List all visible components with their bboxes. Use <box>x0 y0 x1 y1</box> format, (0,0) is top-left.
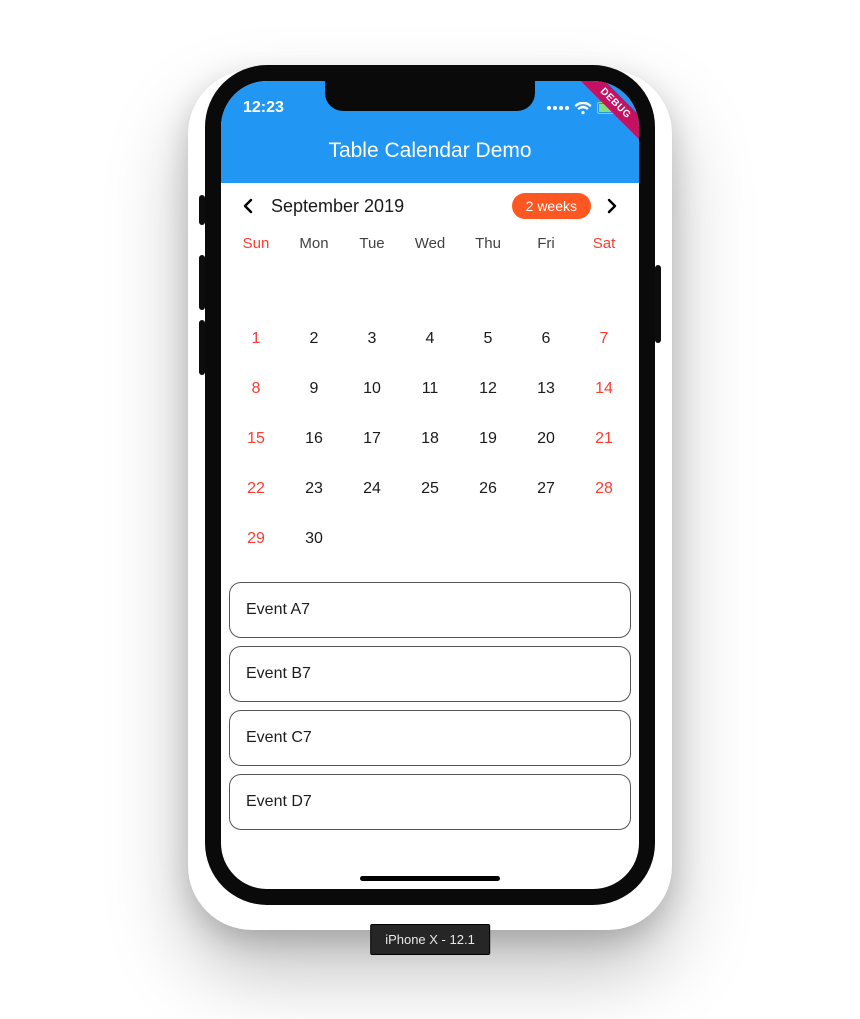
calendar-day[interactable]: 27 <box>517 464 575 514</box>
device-label: iPhone X - 12.1 <box>370 924 490 955</box>
signal-icon <box>547 106 569 110</box>
calendar-day[interactable]: 13 <box>517 364 575 414</box>
calendar-day[interactable]: 21 <box>575 414 633 464</box>
device-volume-up <box>199 255 205 310</box>
screen: DEBUG 12:23 Table Calendar Demo <box>221 81 639 889</box>
calendar-day[interactable]: 16 <box>285 414 343 464</box>
calendar-day[interactable]: 25 <box>401 464 459 514</box>
calendar-day[interactable]: 2 <box>285 314 343 364</box>
calendar-day[interactable]: 17 <box>343 414 401 464</box>
calendar-day <box>285 264 343 314</box>
calendar-day[interactable]: 12 <box>459 364 517 414</box>
calendar-day <box>517 514 575 564</box>
month-label: September 2019 <box>265 196 512 217</box>
device-notch <box>325 81 535 111</box>
calendar-day <box>401 264 459 314</box>
next-month-button[interactable] <box>595 198 629 214</box>
calendar-day[interactable]: 18 <box>401 414 459 464</box>
chevron-left-icon <box>242 198 254 214</box>
device-volume-down <box>199 320 205 375</box>
device-frame: DEBUG 12:23 Table Calendar Demo <box>205 65 655 905</box>
wifi-icon <box>574 102 592 115</box>
chevron-right-icon <box>606 198 618 214</box>
event-card[interactable]: Event B7 <box>229 646 631 702</box>
calendar-day <box>343 514 401 564</box>
calendar-day[interactable]: 15 <box>227 414 285 464</box>
calendar-day[interactable]: 20 <box>517 414 575 464</box>
calendar-day[interactable]: 22 <box>227 464 285 514</box>
calendar-day[interactable]: 30 <box>285 514 343 564</box>
calendar-day[interactable]: 4 <box>401 314 459 364</box>
calendar-day <box>459 514 517 564</box>
event-list: Event A7 Event B7 Event C7 Event D7 <box>221 568 639 830</box>
calendar-day <box>401 514 459 564</box>
calendar-day <box>343 264 401 314</box>
calendar-day[interactable]: 23 <box>285 464 343 514</box>
calendar-day <box>575 514 633 564</box>
dow-label: Sat <box>575 235 633 252</box>
page-title: Table Calendar Demo <box>221 125 639 183</box>
dow-row: SunMonTueWedThuFriSat <box>221 225 639 260</box>
calendar-day[interactable]: 6 <box>517 314 575 364</box>
calendar-day[interactable]: 29 <box>227 514 285 564</box>
calendar-day[interactable]: 14 <box>575 364 633 414</box>
device-power-button <box>655 265 661 343</box>
calendar-day[interactable]: 5 <box>459 314 517 364</box>
calendar-day[interactable]: 1 <box>227 314 285 364</box>
dow-label: Fri <box>517 235 575 252</box>
calendar-day[interactable]: 11 <box>401 364 459 414</box>
calendar-day[interactable]: 3 <box>343 314 401 364</box>
calendar-grid: 1234567891011121314151617181920212223242… <box>221 260 639 568</box>
dow-label: Wed <box>401 235 459 252</box>
calendar-day <box>517 264 575 314</box>
dow-label: Sun <box>227 235 285 252</box>
calendar-day[interactable]: 19 <box>459 414 517 464</box>
calendar-day[interactable]: 24 <box>343 464 401 514</box>
calendar-day <box>575 264 633 314</box>
calendar-format-button[interactable]: 2 weeks <box>512 193 591 219</box>
calendar-header: September 2019 2 weeks <box>221 183 639 225</box>
calendar-day <box>459 264 517 314</box>
dow-label: Thu <box>459 235 517 252</box>
event-card[interactable]: Event C7 <box>229 710 631 766</box>
calendar-day[interactable]: 7 <box>575 314 633 364</box>
prev-month-button[interactable] <box>231 198 265 214</box>
event-card[interactable]: Event A7 <box>229 582 631 638</box>
dow-label: Mon <box>285 235 343 252</box>
event-card[interactable]: Event D7 <box>229 774 631 830</box>
calendar-day <box>227 264 285 314</box>
status-time: 12:23 <box>243 99 284 117</box>
dow-label: Tue <box>343 235 401 252</box>
device-mute-switch <box>199 195 205 225</box>
home-indicator[interactable] <box>360 876 500 881</box>
calendar-day[interactable]: 9 <box>285 364 343 414</box>
calendar-day[interactable]: 28 <box>575 464 633 514</box>
calendar-day[interactable]: 8 <box>227 364 285 414</box>
calendar-day[interactable]: 10 <box>343 364 401 414</box>
calendar-day[interactable]: 26 <box>459 464 517 514</box>
